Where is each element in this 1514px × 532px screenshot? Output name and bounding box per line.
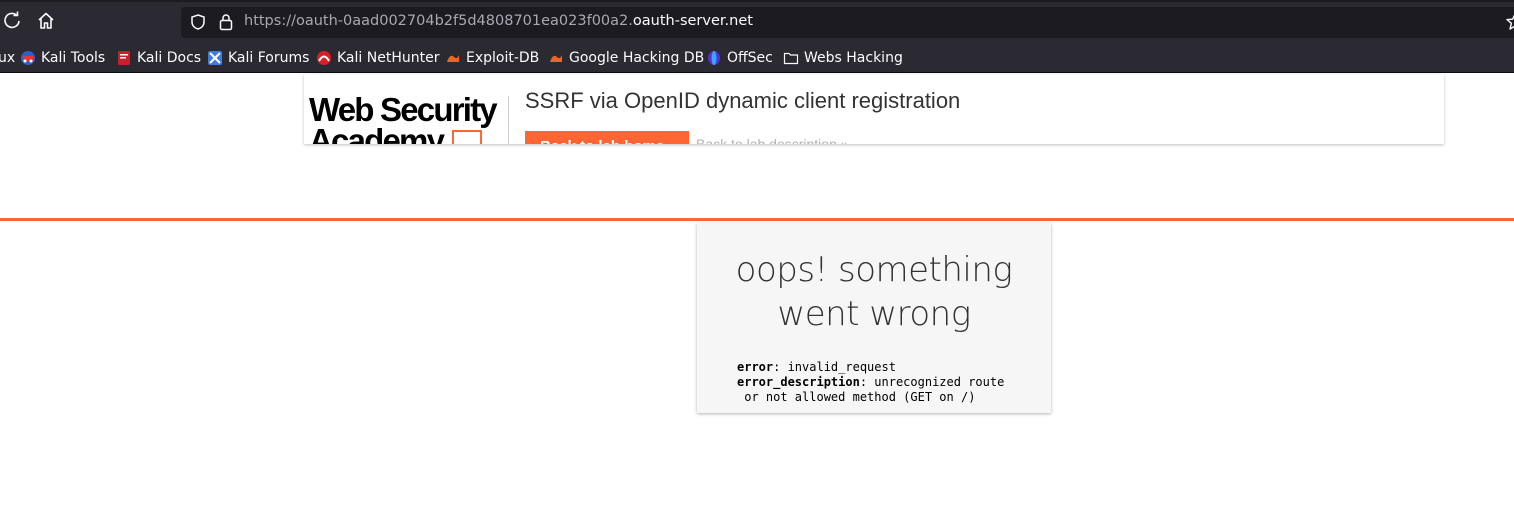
- address-bar[interactable]: https://oauth-0aad002704b2f5d4808701ea02…: [181, 7, 1514, 38]
- orange-divider: [0, 218, 1514, 221]
- bookmarks-toolbar: ux Kali Tools Kali Docs Kali Forums Kali…: [0, 43, 1514, 73]
- folder-icon: [783, 52, 799, 65]
- nethunter-icon: [317, 51, 331, 65]
- bookmark-kali-linux[interactable]: ux: [0, 49, 15, 67]
- error-heading-line2: went wrong: [777, 294, 971, 334]
- back-to-lab-description-link[interactable]: Back to lab description »: [696, 136, 849, 144]
- kali-tools-icon: [21, 51, 35, 65]
- home-icon[interactable]: [34, 9, 58, 33]
- error-value: : invalid_request: [773, 360, 896, 374]
- bookmark-google-hacking-db[interactable]: Google Hacking DB: [548, 49, 704, 67]
- kali-forums-icon: [208, 51, 222, 65]
- bookmark-offsec[interactable]: OffSec: [706, 49, 773, 67]
- error-heading-line1: oops! something: [735, 250, 1013, 290]
- bookmark-label: Webs Hacking: [804, 50, 903, 66]
- logo-check-icon: [452, 130, 482, 144]
- lab-header: Web Security Academy SSRF via OpenID dyn…: [304, 74, 1444, 144]
- browser-toolbar: https://oauth-0aad002704b2f5d4808701ea02…: [0, 0, 1514, 43]
- error-description-label: error_description: [737, 375, 860, 389]
- exploit-db-icon: [447, 55, 459, 62]
- lab-title: SSRF via OpenID dynamic client registrat…: [525, 88, 961, 113]
- error-description-value-2: or not allowed method (GET on /): [737, 390, 976, 404]
- url-domain: oauth-server.net: [632, 13, 753, 29]
- error-details: error: invalid_request error_description…: [737, 360, 1004, 405]
- bookmark-exploit-db[interactable]: Exploit-DB: [445, 49, 539, 67]
- header-divider: [508, 96, 509, 144]
- bookmark-kali-docs[interactable]: Kali Docs: [116, 49, 201, 67]
- bookmark-star-icon[interactable]: [1505, 12, 1514, 32]
- bookmark-label: Kali NetHunter: [337, 50, 440, 66]
- bookmark-label: OffSec: [727, 50, 773, 66]
- bookmark-label: Kali Docs: [137, 50, 202, 66]
- kali-docs-icon: [118, 51, 130, 65]
- error-label: error: [737, 360, 774, 374]
- lock-icon[interactable]: [217, 12, 235, 32]
- bookmark-label: ux: [0, 50, 16, 66]
- url-text[interactable]: https://oauth-0aad002704b2f5d4808701ea02…: [244, 13, 753, 29]
- tracking-shield-icon[interactable]: [189, 13, 207, 31]
- reload-icon[interactable]: [0, 9, 24, 33]
- bookmark-label: Kali Tools: [41, 50, 106, 66]
- url-prefix: https://oauth-0aad002704b2f5d4808701ea02…: [244, 13, 633, 29]
- bookmark-folder-webs-hacking[interactable]: Webs Hacking: [783, 49, 903, 67]
- bookmark-label: Kali Forums: [228, 50, 310, 66]
- error-heading: oops! something went wrong: [697, 248, 1051, 336]
- bookmark-kali-forums[interactable]: Kali Forums: [207, 49, 309, 67]
- toolbar-top-edge: [0, 0, 1514, 2]
- error-card: oops! something went wrong error: invali…: [697, 223, 1051, 413]
- bookmark-label: Google Hacking DB: [569, 50, 705, 66]
- offsec-icon: [708, 51, 720, 65]
- back-to-lab-home-button[interactable]: Back to lab home: [525, 131, 689, 144]
- bookmark-label: Exploit-DB: [466, 50, 540, 66]
- error-description-value-1: : unrecognized route: [859, 375, 1005, 389]
- ghdb-icon: [550, 55, 562, 62]
- bookmark-kali-tools[interactable]: Kali Tools: [20, 49, 105, 67]
- bookmark-kali-nethunter[interactable]: Kali NetHunter: [316, 49, 439, 67]
